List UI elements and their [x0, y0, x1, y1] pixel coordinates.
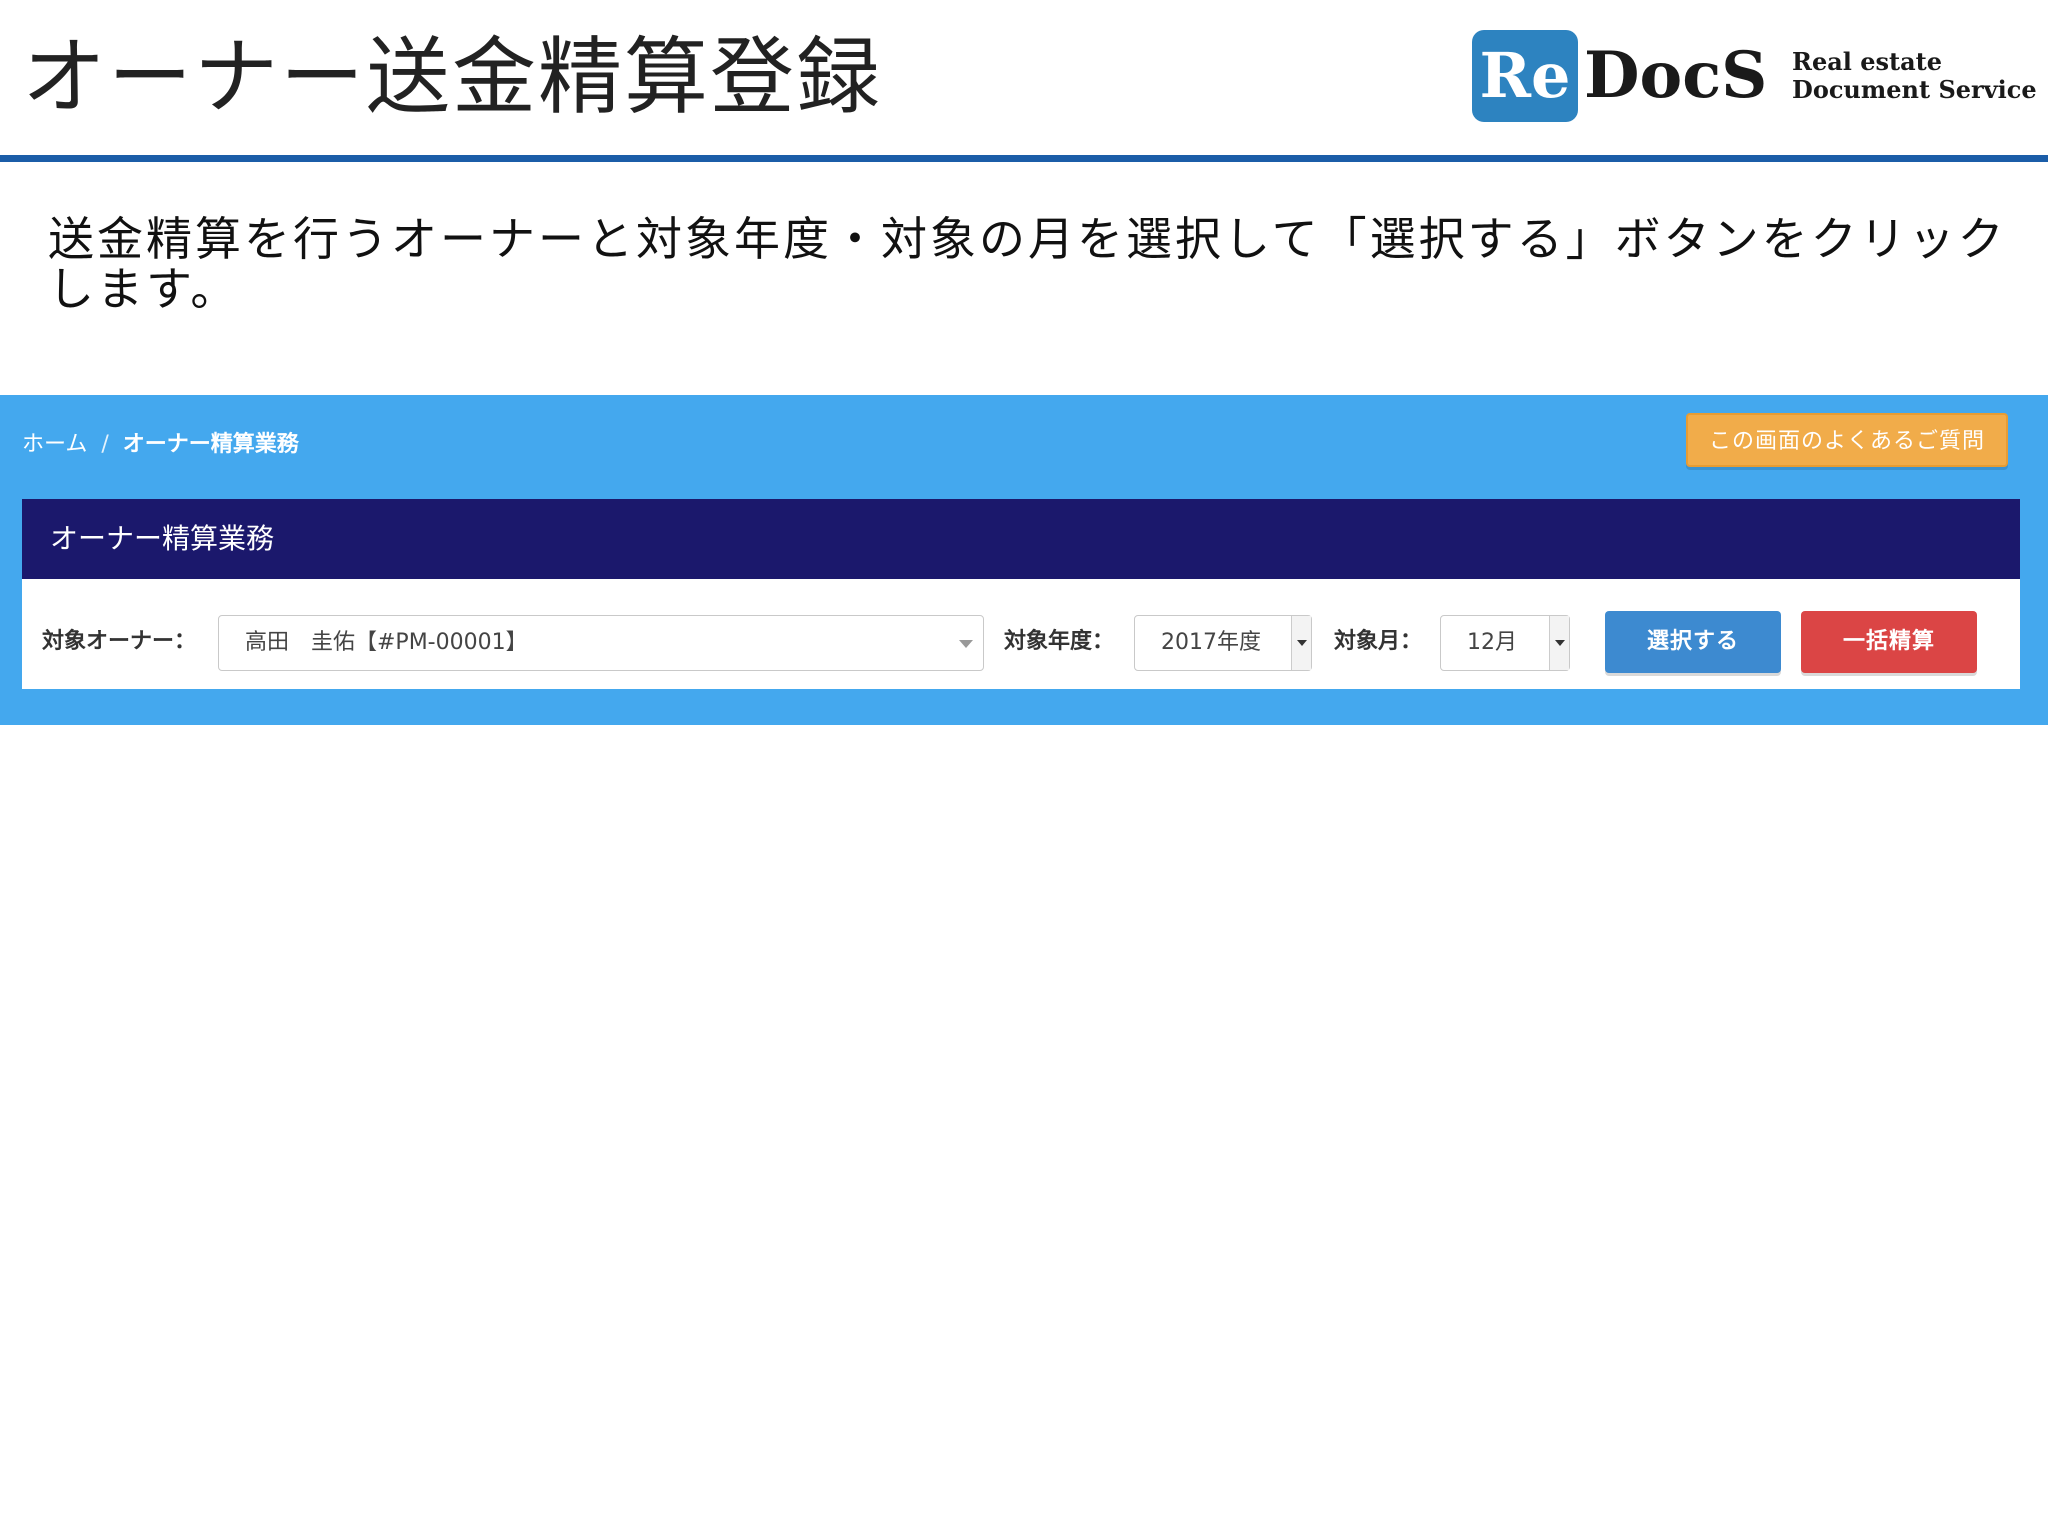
month-select-value: 12月	[1467, 630, 1517, 655]
app-screen: ホーム / オーナー精算業務 この画面のよくあるご質問 オーナー精算業務 対象オーナ…	[0, 395, 2048, 725]
faq-button[interactable]: この画面のよくあるご質問	[1686, 413, 2008, 467]
breadcrumb-home-link[interactable]: ホーム	[22, 432, 87, 457]
logo-name: DocS	[1584, 38, 1768, 113]
chevron-down-icon	[959, 640, 973, 648]
owner-select-value: 高田 圭佑【#PM-00001】	[245, 630, 528, 655]
month-select[interactable]: 12月	[1440, 615, 1570, 671]
owner-label: 対象オーナー：	[42, 629, 197, 654]
header-divider	[0, 155, 2048, 162]
logo-tagline-1: Real estate	[1792, 47, 1943, 76]
year-select[interactable]: 2017年度	[1134, 615, 1312, 671]
logo-mark: Re	[1472, 30, 1578, 122]
month-label: 対象月：	[1334, 629, 1423, 654]
bulk-settlement-button[interactable]: 一括精算	[1801, 611, 1977, 673]
instruction-text: 送金精算を行うオーナーと対象年度・対象の月を選択して「選択する」ボタンをクリック…	[48, 212, 2007, 316]
slide-title: オーナー送金精算登録	[22, 28, 883, 126]
breadcrumb-current: オーナー精算業務	[122, 432, 299, 457]
owner-settlement-panel: オーナー精算業務 対象オーナー： 高田 圭佑【#PM-00001】 対象年度： …	[22, 499, 2020, 689]
select-button[interactable]: 選択する	[1605, 611, 1781, 673]
breadcrumb: ホーム / オーナー精算業務	[22, 425, 299, 465]
dropdown-arrow-icon	[1291, 616, 1311, 670]
year-label: 対象年度：	[1004, 629, 1115, 654]
breadcrumb-separator: /	[101, 432, 109, 457]
logo-tagline-2: Document Service	[1792, 75, 2037, 104]
panel-title: オーナー精算業務	[22, 499, 2020, 579]
owner-select[interactable]: 高田 圭佑【#PM-00001】	[218, 615, 984, 671]
year-select-value: 2017年度	[1161, 630, 1261, 655]
dropdown-arrow-icon	[1549, 616, 1569, 670]
